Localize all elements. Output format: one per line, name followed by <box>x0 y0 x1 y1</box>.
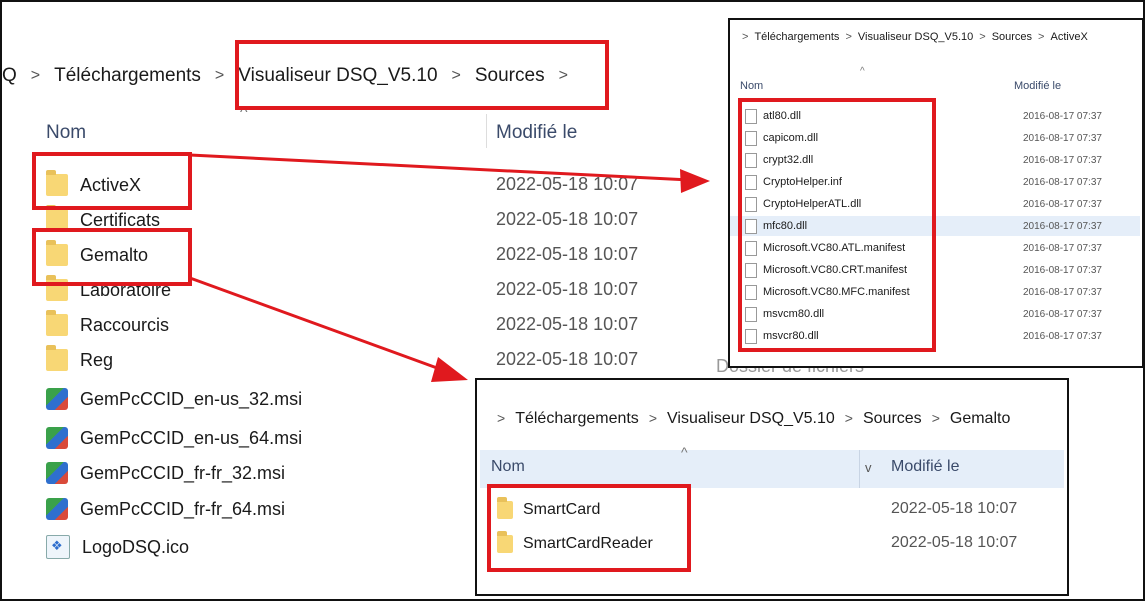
arrow-head <box>431 357 468 382</box>
annotation-arrows <box>189 153 710 382</box>
arrow-head <box>680 169 710 193</box>
arrow-to-activex <box>189 153 691 182</box>
arrow-to-gemalto <box>189 276 449 374</box>
